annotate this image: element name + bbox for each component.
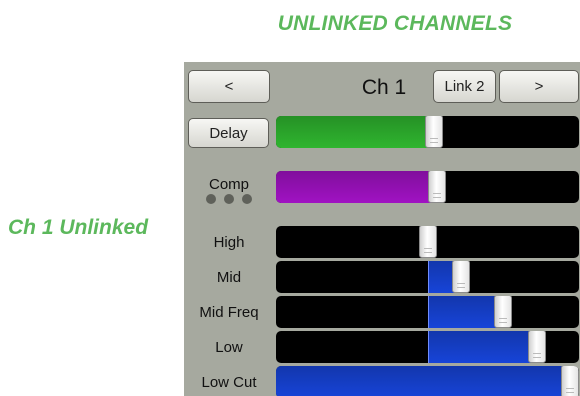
eq-label-high: High bbox=[213, 234, 245, 251]
channel-title: Ch 1 bbox=[361, 76, 407, 99]
comp-slider[interactable] bbox=[276, 171, 579, 203]
next-channel-button[interactable]: > bbox=[499, 70, 579, 103]
eq-label-low: Low bbox=[215, 339, 243, 356]
mid-freq-slider[interactable] bbox=[276, 296, 579, 328]
eq-label-mid: Mid bbox=[216, 269, 242, 286]
mid-slider-thumb[interactable] bbox=[451, 261, 470, 293]
prev-channel-button[interactable]: < bbox=[188, 70, 270, 103]
high-slider-thumb[interactable] bbox=[418, 226, 437, 258]
delay-button[interactable]: Delay bbox=[188, 118, 269, 148]
low-slider-fill bbox=[427, 331, 538, 363]
eq-label-mid-freq: Mid Freq bbox=[199, 304, 259, 321]
mid-freq-slider-thumb[interactable] bbox=[494, 296, 513, 328]
delay-slider-thumb[interactable] bbox=[424, 116, 443, 148]
side-label-ch1-unlinked: Ch 1 Unlinked bbox=[8, 216, 149, 239]
comp-more-icon[interactable] bbox=[206, 194, 252, 204]
mid-slider[interactable] bbox=[276, 261, 579, 293]
high-slider[interactable] bbox=[276, 226, 579, 258]
heading-unlinked-channels: UNLINKED CHANNELS bbox=[277, 12, 513, 35]
low-cut-slider-fill bbox=[276, 366, 570, 396]
channel-strip-panel: < Ch 1 Link 2 > Delay Comp High Mid Mid … bbox=[184, 62, 580, 396]
comp-slider-thumb[interactable] bbox=[427, 171, 446, 203]
low-slider-thumb[interactable] bbox=[527, 331, 546, 363]
low-cut-slider[interactable] bbox=[276, 366, 579, 396]
mid-freq-slider-fill bbox=[427, 296, 505, 328]
low-slider[interactable] bbox=[276, 331, 579, 363]
delay-slider[interactable] bbox=[276, 116, 579, 148]
comp-slider-fill bbox=[276, 171, 437, 203]
eq-label-low-cut: Low Cut bbox=[201, 374, 257, 391]
link-2-button[interactable]: Link 2 bbox=[433, 70, 496, 103]
low-cut-slider-thumb[interactable] bbox=[561, 366, 579, 396]
delay-slider-fill bbox=[276, 116, 434, 148]
comp-label: Comp bbox=[208, 176, 249, 193]
